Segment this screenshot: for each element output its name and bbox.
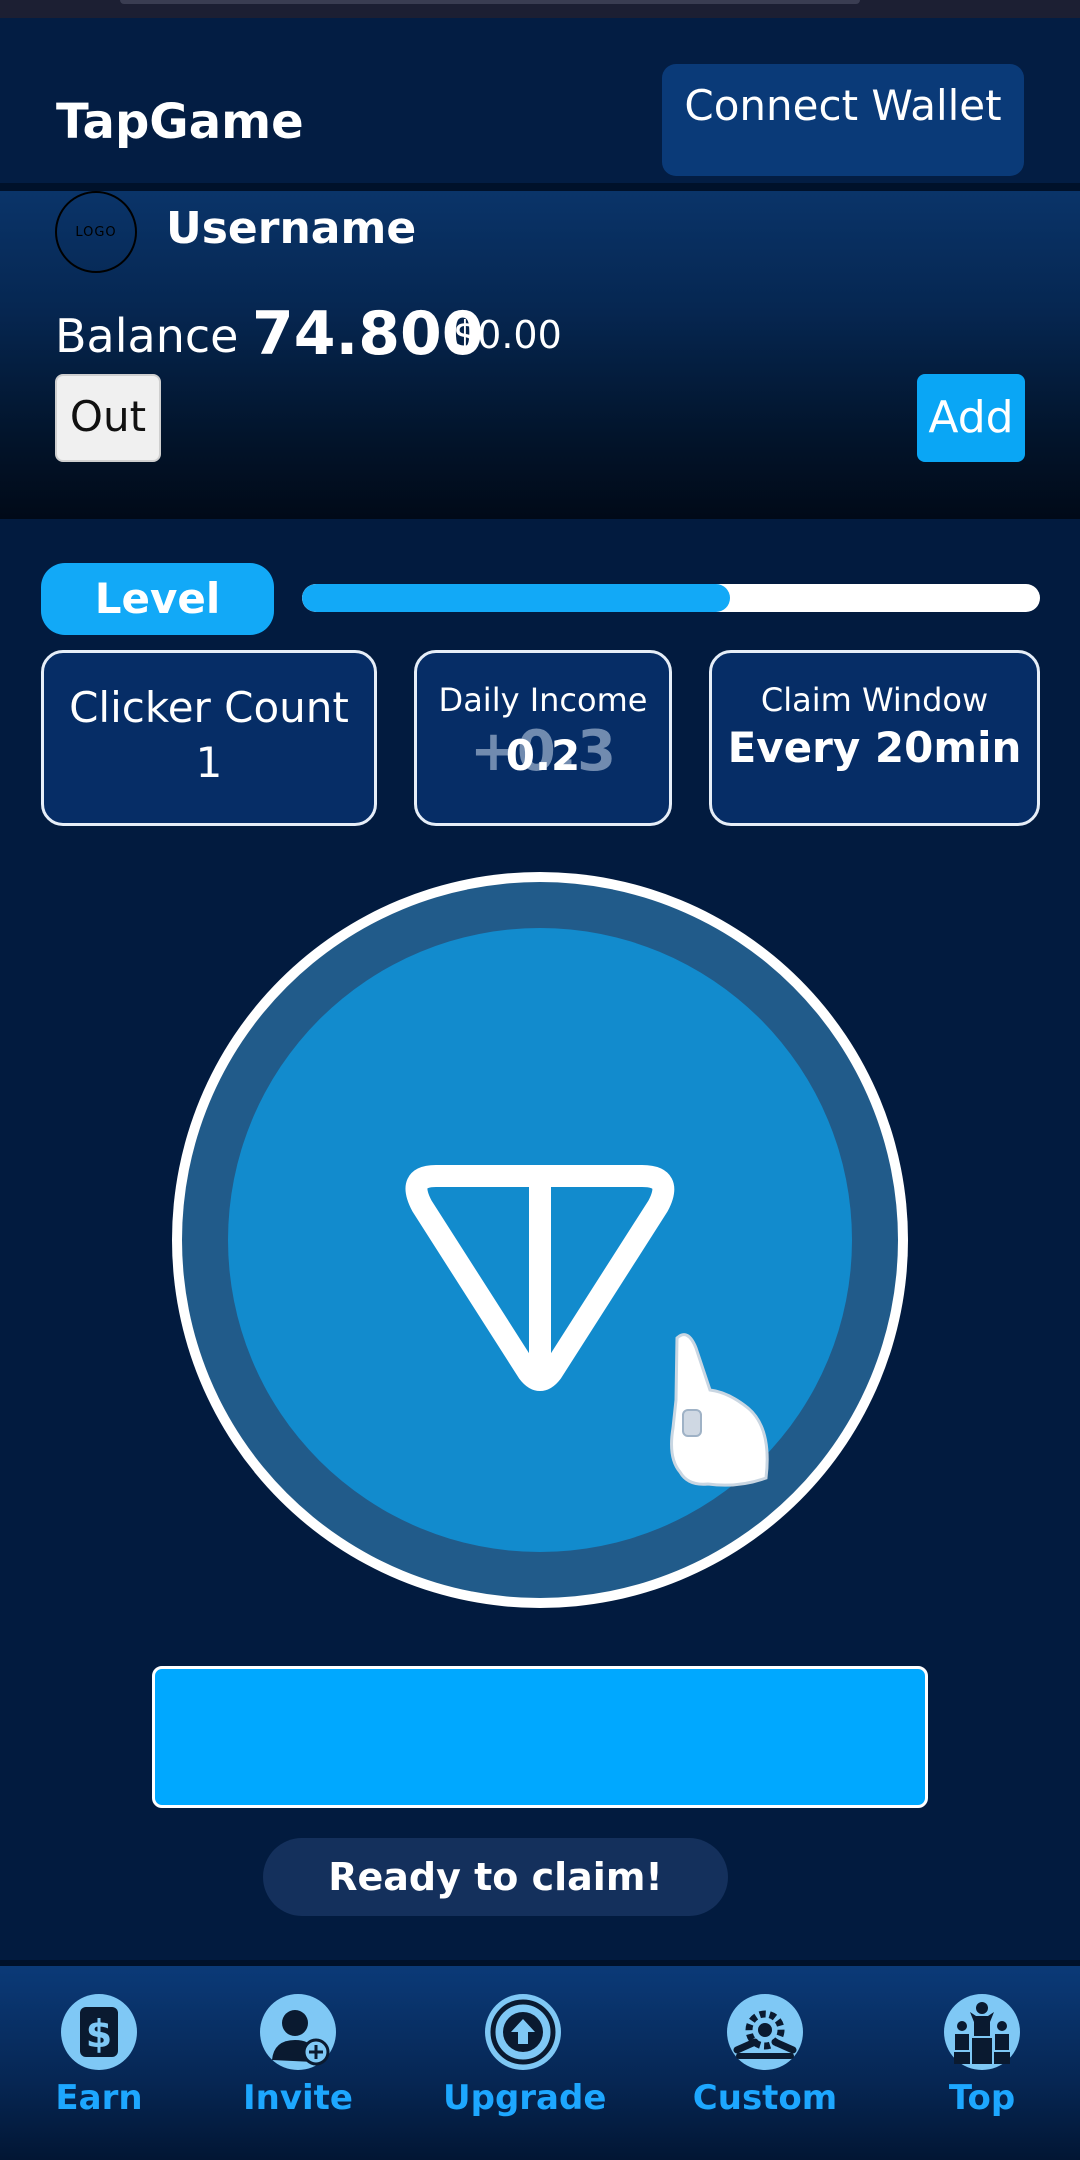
clicker-count-label: Clicker Count xyxy=(69,683,349,732)
level-progress-bar xyxy=(302,584,1040,612)
out-button[interactable]: Out xyxy=(55,374,161,462)
level-progress-fill xyxy=(302,584,731,612)
add-button[interactable]: Add xyxy=(917,374,1025,462)
nav-label-custom: Custom xyxy=(692,2078,838,2118)
add-user-icon xyxy=(260,1994,336,2070)
balance-value: 74.800 xyxy=(252,299,484,369)
status-strip-pill xyxy=(120,0,860,4)
nav-item-invite[interactable]: Invite xyxy=(218,1992,378,2118)
clicker-count-card: Clicker Count 1 xyxy=(41,650,377,826)
nav-label-earn: Earn xyxy=(55,2078,143,2118)
app-title: TapGame xyxy=(56,94,304,150)
status-strip xyxy=(0,0,1080,18)
nav-item-upgrade[interactable]: Upgrade xyxy=(443,1992,607,2118)
tools-icon xyxy=(727,1994,803,2070)
nav-item-earn[interactable]: $ Earn xyxy=(19,1992,179,2118)
tap-coin-button[interactable] xyxy=(168,868,912,1612)
upgrade-arrow-icon xyxy=(485,1994,561,2070)
header-divider xyxy=(0,183,1080,191)
claim-window-value: Every 20min xyxy=(727,723,1022,772)
claim-window-card: Claim Window Every 20min xyxy=(709,650,1040,826)
nav-label-invite: Invite xyxy=(243,2078,353,2118)
clicker-count-value: 1 xyxy=(195,738,223,787)
balance-label: Balance xyxy=(55,309,239,363)
claim-button[interactable] xyxy=(152,1666,928,1808)
connect-wallet-button[interactable]: Connect Wallet xyxy=(662,64,1024,176)
level-badge: Level 1/10 xyxy=(41,563,274,695)
daily-income-card: Daily Income +0.3 0.2 xyxy=(414,650,672,826)
daily-income-value: 0.2 xyxy=(505,731,581,780)
bottom-nav: $ Earn Invite Upgrade Custom Top xyxy=(0,1966,1080,2160)
svg-text:$: $ xyxy=(86,2012,112,2056)
profile-panel: LOGO Username Balance 74.800 $0.00 Out A… xyxy=(0,191,1080,519)
balance-usd: $0.00 xyxy=(453,313,562,357)
avatar-logo: LOGO xyxy=(55,191,137,273)
nav-item-top[interactable]: Top xyxy=(902,1992,1062,2118)
podium-icon xyxy=(944,1994,1020,2070)
nav-label-top: Top xyxy=(948,2078,1016,2118)
claim-status: Ready to claim! xyxy=(263,1838,728,1916)
daily-income-label: Daily Income xyxy=(438,681,648,719)
dollar-icon: $ xyxy=(61,1994,137,2070)
app-header: TapGame Connect Wallet xyxy=(0,18,1080,183)
username: Username xyxy=(166,203,417,254)
nav-item-custom[interactable]: Custom xyxy=(685,1992,845,2118)
claim-window-label: Claim Window xyxy=(760,681,989,719)
ton-coin-icon xyxy=(172,872,908,1608)
nav-label-upgrade: Upgrade xyxy=(443,2078,607,2118)
